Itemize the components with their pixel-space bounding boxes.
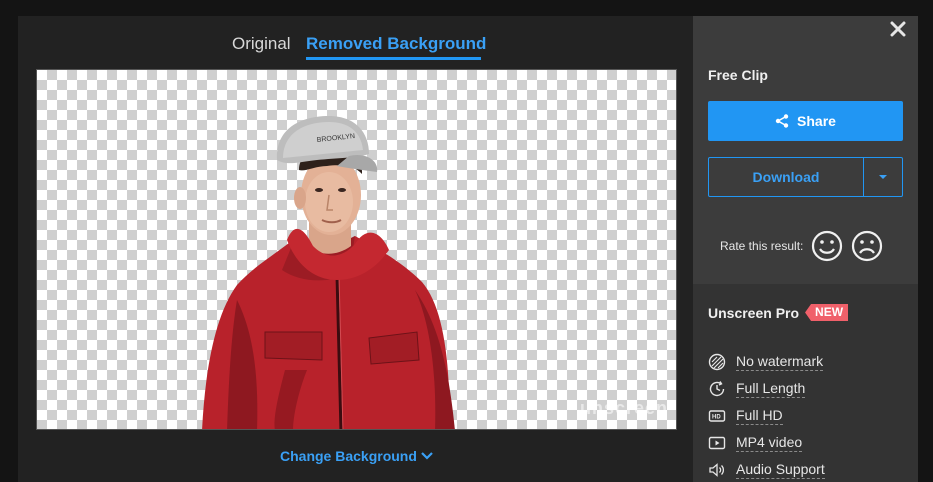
pro-title-row: Unscreen Pro NEW	[708, 304, 849, 321]
pro-upsell-panel: Unscreen Pro NEW No watermark Full Lengt…	[693, 284, 918, 482]
svg-text:HD: HD	[712, 414, 721, 420]
happy-face-icon[interactable]	[811, 230, 843, 262]
feature-audio-support[interactable]: Audio Support	[708, 456, 825, 482]
video-preview: BROOKLYN unscreen	[36, 69, 677, 430]
feature-full-hd[interactable]: HD Full HD	[708, 402, 825, 429]
download-options-button[interactable]	[864, 158, 902, 196]
tab-removed-background[interactable]: Removed Background	[306, 34, 486, 54]
download-button[interactable]: Download	[709, 158, 863, 196]
hd-icon: HD	[708, 407, 726, 425]
share-icon	[775, 114, 789, 128]
rating-row: Rate this result:	[720, 230, 883, 262]
share-button[interactable]: Share	[708, 101, 903, 141]
feature-mp4-video[interactable]: MP4 video	[708, 429, 825, 456]
mp4-video-icon	[708, 434, 726, 452]
tab-original[interactable]: Original	[232, 34, 291, 54]
full-length-icon	[708, 380, 726, 398]
feature-no-watermark[interactable]: No watermark	[708, 348, 825, 375]
new-badge: NEW	[805, 304, 849, 321]
close-icon[interactable]	[890, 21, 906, 37]
change-background-label: Change Background	[280, 448, 417, 464]
feature-label: Full Length	[736, 379, 806, 398]
rate-label: Rate this result:	[720, 239, 804, 253]
free-clip-title: Free Clip	[708, 67, 768, 83]
pro-title: Unscreen Pro	[708, 304, 800, 321]
watermark: unscreen	[579, 398, 668, 418]
caret-down-icon	[879, 175, 887, 179]
chevron-down-icon	[421, 452, 433, 460]
pro-feature-list: No watermark Full Length HD Full HD MP4 …	[708, 348, 825, 482]
feature-full-length[interactable]: Full Length	[708, 375, 825, 402]
active-tab-indicator	[306, 57, 481, 60]
change-background-button[interactable]: Change Background	[280, 448, 433, 464]
feature-label: Audio Support	[736, 460, 825, 479]
sad-face-icon[interactable]	[851, 230, 883, 262]
view-tabs: Original Removed Background	[18, 16, 693, 68]
no-watermark-icon	[708, 353, 726, 371]
feature-label: Full HD	[736, 406, 783, 425]
sidebar: Free Clip Share Download Rate this resul…	[693, 16, 918, 482]
subject-cutout-image: BROOKLYN	[202, 116, 455, 429]
result-modal: Original Removed Background BROOKLYN uns…	[18, 16, 918, 482]
share-label: Share	[797, 113, 836, 129]
download-group: Download	[708, 157, 903, 197]
feature-label: MP4 video	[736, 433, 803, 452]
audio-icon	[708, 461, 726, 479]
feature-label: No watermark	[736, 352, 824, 371]
